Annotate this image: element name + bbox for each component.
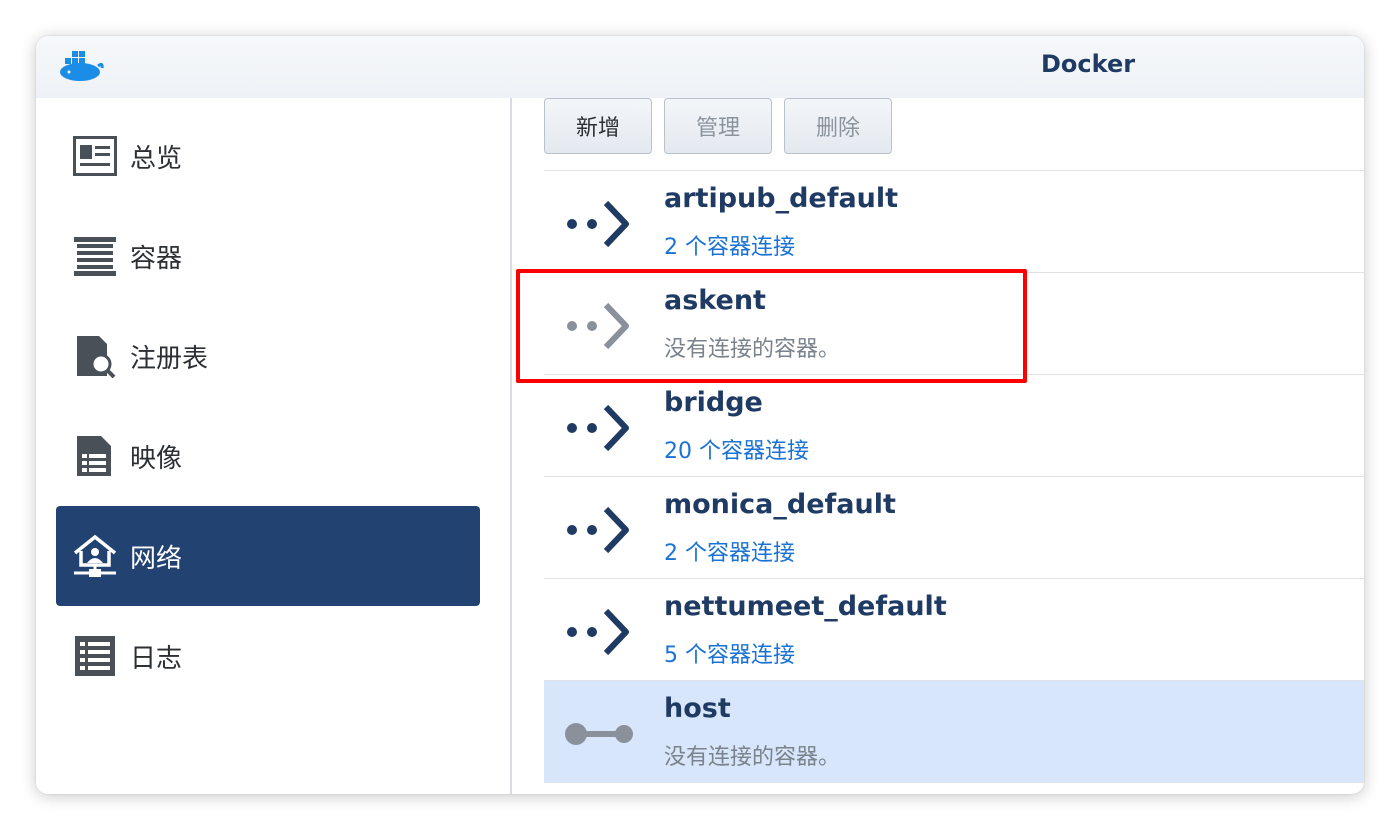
title-bar: Docker <box>36 36 1364 98</box>
list-item[interactable]: monica_default 2 个容器连接 <box>544 477 1364 579</box>
manage-button[interactable]: 管理 <box>664 98 772 154</box>
docker-window: Docker 总览 容器 注册表 映像 网络 日志 新增 管理 删除 artip… <box>36 36 1364 794</box>
network-house-icon <box>72 533 118 579</box>
network-arrow-icon <box>567 506 629 554</box>
network-name: askent <box>664 285 766 316</box>
network-name: nettumeet_default <box>664 591 947 622</box>
overview-card-icon <box>72 133 118 179</box>
log-list-icon <box>72 633 118 679</box>
network-status: 2 个容器连接 <box>664 235 795 260</box>
host-link-icon <box>565 723 633 745</box>
network-status: 2 个容器连接 <box>664 541 795 566</box>
sidebar-item-label: 容器 <box>130 243 183 274</box>
main-panel: 新增 管理 删除 artipub_default 2 个容器连接 askent … <box>512 98 1364 794</box>
list-item[interactable]: bridge 20 个容器连接 <box>544 375 1364 477</box>
sidebar-item-images[interactable]: 映像 <box>56 406 480 506</box>
sidebar-item-label: 注册表 <box>130 343 209 374</box>
sidebar-item-label: 总览 <box>130 143 183 174</box>
sidebar-item-label: 网络 <box>130 543 183 574</box>
toolbar: 新增 管理 删除 <box>544 98 892 154</box>
network-status: 没有连接的容器。 <box>664 337 841 362</box>
sidebar-item-registry[interactable]: 注册表 <box>56 306 480 406</box>
network-name: monica_default <box>664 489 896 520</box>
network-status: 没有连接的容器。 <box>664 745 841 770</box>
network-list: artipub_default 2 个容器连接 askent 没有连接的容器。 <box>544 170 1364 783</box>
sidebar-item-network[interactable]: 网络 <box>56 506 480 606</box>
network-name: host <box>664 693 731 724</box>
network-arrow-icon <box>567 404 629 452</box>
add-button[interactable]: 新增 <box>544 98 652 154</box>
window-title: Docker <box>1041 50 1136 78</box>
network-status: 20 个容器连接 <box>664 439 809 464</box>
sidebar-item-label: 日志 <box>130 643 183 674</box>
network-arrow-icon <box>567 608 629 656</box>
list-item[interactable]: askent 没有连接的容器。 <box>544 273 1364 375</box>
list-item[interactable]: nettumeet_default 5 个容器连接 <box>544 579 1364 681</box>
sidebar-item-containers[interactable]: 容器 <box>56 206 480 306</box>
network-name: bridge <box>664 387 763 418</box>
network-arrow-icon <box>567 302 629 350</box>
sidebar-item-label: 映像 <box>130 443 183 474</box>
container-list-icon <box>72 233 118 279</box>
image-document-icon <box>72 433 118 479</box>
network-status: 5 个容器连接 <box>664 643 795 668</box>
sidebar-item-logs[interactable]: 日志 <box>56 606 480 706</box>
list-item[interactable]: host 没有连接的容器。 <box>544 681 1364 783</box>
docker-whale-icon <box>60 51 104 81</box>
network-arrow-icon <box>567 200 629 248</box>
sidebar-item-overview[interactable]: 总览 <box>56 106 480 206</box>
registry-search-icon <box>72 333 118 379</box>
sidebar: 总览 容器 注册表 映像 网络 日志 <box>36 98 511 794</box>
delete-button[interactable]: 删除 <box>784 98 892 154</box>
network-name: artipub_default <box>664 183 899 214</box>
list-item[interactable]: artipub_default 2 个容器连接 <box>544 171 1364 273</box>
